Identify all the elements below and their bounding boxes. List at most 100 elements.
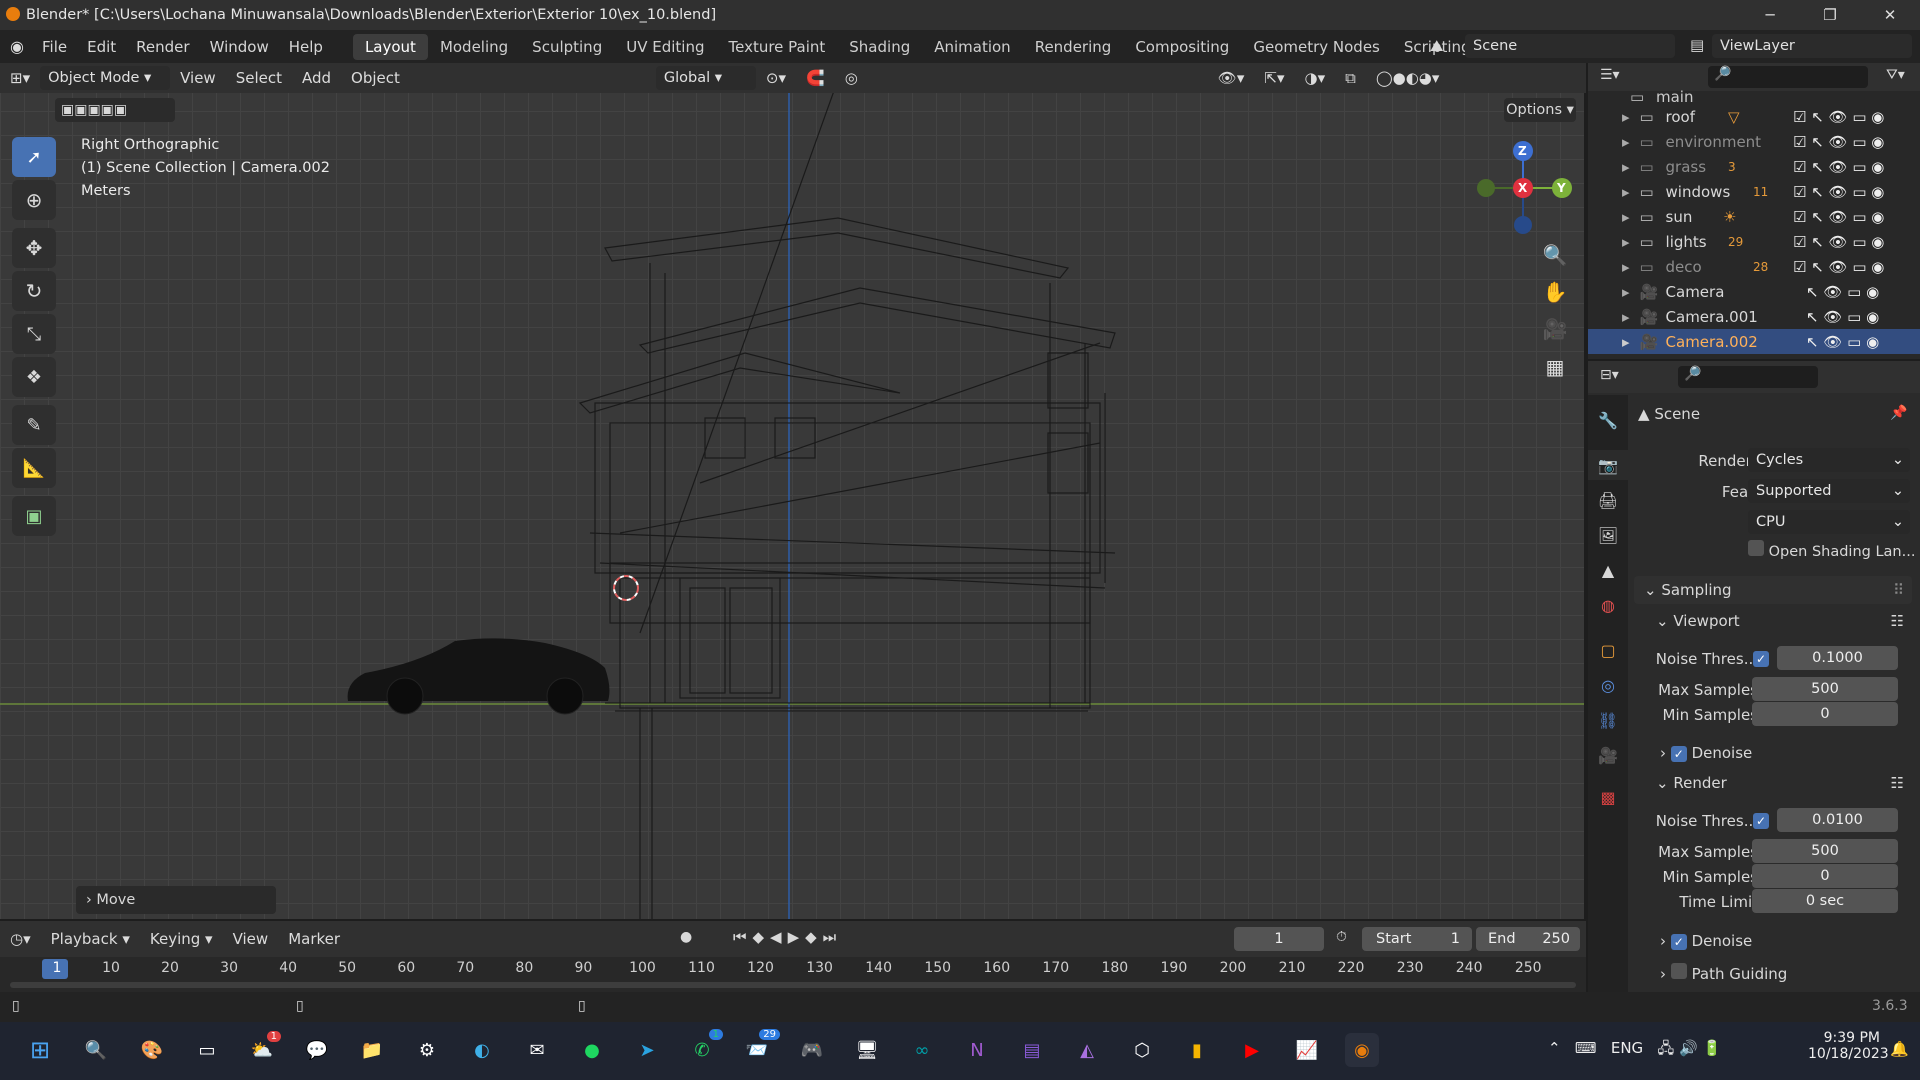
world-tab[interactable]: ◍	[1588, 590, 1628, 620]
current-frame-field[interactable]: 1	[1234, 927, 1324, 951]
transform-tool[interactable]: ❖	[12, 357, 56, 397]
file-explorer-icon[interactable]: 📁	[355, 1033, 389, 1067]
3d-viewport[interactable]: Right Orthographic (1) Scene Collection …	[0, 63, 1586, 919]
render-engine-dropdown[interactable]: Cycles ⌄	[1748, 448, 1910, 472]
blender-taskbar-icon[interactable]: ◉	[1345, 1033, 1379, 1067]
row-visibility-icons[interactable]: ☑ ↖ 👁 ▭ ◉	[1793, 233, 1884, 251]
outliner-row-roof[interactable]: ▸ ▭ roof ▽ ☑ ↖ 👁 ▭ ◉	[1588, 104, 1920, 129]
pin-icon[interactable]: 📌	[1890, 405, 1907, 421]
whatsapp-icon[interactable]: ✆ 1	[685, 1029, 723, 1067]
editor-type-icon[interactable]: ⊞▾	[0, 69, 40, 87]
proportional-edit-icon[interactable]: ◎	[835, 69, 868, 87]
row-visibility-icons[interactable]: ↖ 👁 ▭ ◉	[1806, 333, 1879, 351]
constraints-tab[interactable]: ⛓	[1588, 705, 1628, 735]
menu-window[interactable]: Window	[200, 38, 279, 56]
end-frame-field[interactable]: End 250	[1476, 927, 1580, 951]
scale-tool[interactable]: ⤡	[12, 314, 56, 354]
output-tab[interactable]: 🖨	[1588, 485, 1628, 515]
outliner-row-environment[interactable]: ▸ ▭ environment ☑ ↖ 👁 ▭ ◉	[1588, 129, 1920, 154]
r-noise-checkbox[interactable]: ✓	[1753, 813, 1769, 829]
r-max-samples-field[interactable]: 500	[1752, 839, 1898, 863]
timeline-editor-icon[interactable]: ◷▾	[0, 930, 41, 948]
vp-max-samples-field[interactable]: 500	[1752, 677, 1898, 701]
menu-file[interactable]: File	[32, 38, 77, 56]
r-noise-field[interactable]: 0.0100	[1777, 808, 1898, 832]
row-visibility-icons[interactable]: ↖ 👁 ▭ ◉	[1806, 308, 1879, 326]
scene-selector[interactable]: Scene	[1465, 34, 1675, 58]
notification-bell-icon[interactable]: 🔔	[1890, 1040, 1909, 1058]
view-layer-tab[interactable]: 🖼	[1588, 520, 1628, 550]
visual-studio-icon[interactable]: ◭	[1070, 1033, 1104, 1067]
selection-mode-buttons[interactable]: ▣▣▣▣▣	[55, 98, 175, 122]
last-operator-panel[interactable]: › Move	[76, 886, 276, 914]
properties-search-input[interactable]: 🔎	[1678, 366, 1818, 388]
tab-shading[interactable]: Shading	[837, 34, 922, 60]
tool-tab[interactable]: 🔧	[1588, 405, 1628, 435]
outliner-row-grass[interactable]: ▸ ▭ grass 3 ☑ ↖ 👁 ▭ ◉	[1588, 154, 1920, 179]
tab-geometry-nodes[interactable]: Geometry Nodes	[1241, 34, 1392, 60]
outliner-row-sun[interactable]: ▸ ▭ sun ☀ ☑ ↖ 👁 ▭ ◉	[1588, 204, 1920, 229]
filter-icon[interactable]: ⛛▾	[1886, 67, 1905, 83]
texture-tab[interactable]: ▩	[1588, 782, 1628, 812]
playback-menu[interactable]: Playback ▾	[41, 930, 140, 948]
search-icon[interactable]: 🔍	[79, 1033, 113, 1067]
drag-handle-icon[interactable]: ⠿	[1893, 576, 1904, 604]
timeline-view-menu[interactable]: View	[223, 930, 279, 948]
tab-animation[interactable]: Animation	[922, 34, 1022, 60]
weather-icon[interactable]: ⛅ 1	[245, 1031, 281, 1067]
tab-layout[interactable]: Layout	[352, 33, 428, 60]
path-guiding-row[interactable]: › Path Guiding	[1660, 963, 1787, 983]
record-keyframe-icon[interactable]: ●	[680, 929, 692, 945]
notes-app-icon[interactable]: ▮	[1180, 1033, 1214, 1067]
outliner-editor-icon[interactable]: ☰▾	[1600, 67, 1620, 83]
task-view-icon[interactable]: ▭	[190, 1033, 224, 1067]
timeline-scrollbar[interactable]	[10, 982, 1576, 988]
r-min-samples-field[interactable]: 0	[1752, 864, 1898, 888]
physics-tab[interactable]: ◎	[1588, 670, 1628, 700]
outliner-row-deco[interactable]: ▸ ▭ deco 28 ☑ ↖ 👁 ▭ ◉	[1588, 254, 1920, 279]
tab-compositing[interactable]: Compositing	[1123, 34, 1241, 60]
move-tool[interactable]: ✥	[12, 228, 56, 268]
onenote-icon[interactable]: N	[960, 1033, 994, 1067]
system-tray[interactable]: ⌃ ⌨ ENG 🖧 🔊 🔋	[1548, 1038, 1721, 1063]
ortho-toggle-button[interactable]: ▦	[1538, 350, 1572, 384]
presets-list-icon[interactable]: ☷	[1891, 774, 1904, 792]
close-button[interactable]: ✕	[1860, 0, 1920, 30]
visibility-icon[interactable]: 👁▾	[1208, 69, 1255, 87]
playback-controls[interactable]: ⏮◆◀▶◆⏭	[733, 928, 842, 946]
menu-view[interactable]: View	[170, 69, 226, 87]
marker-menu[interactable]: Marker	[278, 930, 350, 948]
menu-add[interactable]: Add	[292, 69, 341, 87]
checkbox-icon[interactable]	[1670, 963, 1687, 979]
tab-sculpting[interactable]: Sculpting	[520, 34, 614, 60]
add-cube-tool[interactable]: ▣	[12, 496, 56, 536]
youtube-icon[interactable]: ▶	[1235, 1033, 1269, 1067]
blender-menu-icon[interactable]: ◉	[10, 37, 32, 56]
outliner-row-windows[interactable]: ▸ ▭ windows 11 ☑ ↖ 👁 ▭ ◉	[1588, 179, 1920, 204]
r-denoise-row[interactable]: › ✓ Denoise	[1660, 932, 1752, 950]
outliner-row-camera-002[interactable]: ▸ 🎥 Camera.002 ↖ 👁 ▭ ◉	[1588, 329, 1920, 354]
feature-set-dropdown[interactable]: Supported ⌄	[1748, 479, 1910, 503]
tab-uv-editing[interactable]: UV Editing	[614, 34, 716, 60]
vp-noise-field[interactable]: 0.1000	[1777, 646, 1898, 670]
menu-help[interactable]: Help	[279, 38, 333, 56]
unity-icon[interactable]: ⬡	[1125, 1033, 1159, 1067]
timeline-ruler[interactable]: 1 10 20 30 40 50 60 70 80 90 100 110 120 130 140 150 160…	[0, 957, 1586, 992]
photo-app-icon[interactable]: 🎨	[135, 1033, 169, 1067]
edge-browser-icon[interactable]: ◐	[465, 1033, 499, 1067]
minimize-button[interactable]: ─	[1740, 0, 1800, 30]
video-editor-icon[interactable]: ▤	[1015, 1033, 1049, 1067]
vp-noise-checkbox[interactable]: ✓	[1753, 651, 1769, 667]
maximize-button[interactable]: ❐	[1800, 0, 1860, 30]
menu-edit[interactable]: Edit	[77, 38, 126, 56]
row-visibility-icons[interactable]: ☑ ↖ 👁 ▭ ◉	[1793, 183, 1884, 201]
rotate-tool[interactable]: ↻	[12, 271, 56, 311]
telegram-icon[interactable]: ➤	[630, 1033, 664, 1067]
select-box-tool[interactable]: ➚	[12, 137, 56, 177]
windows-start-icon[interactable]: ⊞	[23, 1033, 57, 1067]
options-dropdown[interactable]: Options ▾	[1504, 98, 1576, 122]
object-data-tab[interactable]: 🎥	[1588, 740, 1628, 770]
gizmo-toggle-icon[interactable]: ⇱▾	[1254, 69, 1294, 87]
viewport-subpanel-header[interactable]: ⌄ Viewport ☷	[1656, 612, 1912, 630]
viewlayer-selector[interactable]: ViewLayer	[1712, 34, 1912, 58]
